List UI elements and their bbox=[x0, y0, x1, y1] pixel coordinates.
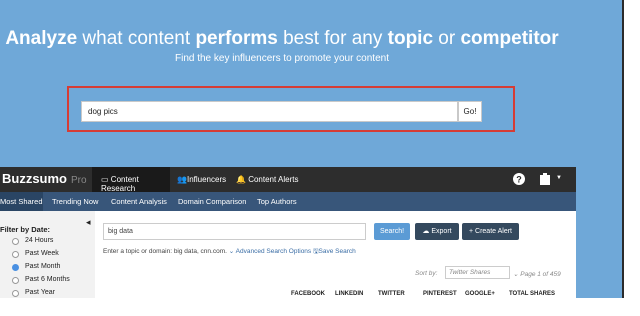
col-facebook[interactable]: FACEBOOK bbox=[291, 291, 325, 297]
radio-24-hours[interactable] bbox=[12, 238, 19, 245]
export-label: Export bbox=[431, 228, 452, 235]
logo-pro-badge: Pro bbox=[71, 175, 87, 186]
save-label: Save Search bbox=[318, 248, 356, 255]
radio-label: Past Year bbox=[25, 289, 55, 296]
col-linkedin[interactable]: LINKEDIN bbox=[335, 291, 363, 297]
sort-label: Sort by: bbox=[415, 270, 438, 277]
hero-search-input[interactable]: dog pics bbox=[81, 101, 458, 122]
cloud-icon: ☁ bbox=[422, 228, 430, 235]
svg-text:?: ? bbox=[516, 175, 522, 185]
user-avatar-icon[interactable] bbox=[538, 172, 552, 186]
pager-text: ⌄ Page 1 of 459 bbox=[513, 270, 561, 278]
bottom-margin bbox=[0, 298, 640, 316]
create-alert-button[interactable]: + Create Alert bbox=[462, 223, 519, 240]
headline-part: performs bbox=[195, 28, 278, 49]
bell-icon: 🔔 bbox=[236, 175, 246, 184]
radio-past-year[interactable] bbox=[12, 290, 19, 297]
advanced-search-link[interactable]: ⌄ Advanced Search Options bbox=[229, 248, 311, 255]
col-google-plus[interactable]: GOOGLE+ bbox=[465, 291, 495, 297]
headline-part: best for any bbox=[277, 28, 388, 49]
go-button[interactable]: Go! bbox=[458, 101, 482, 122]
users-icon: 👥 bbox=[177, 175, 187, 184]
export-button[interactable]: ☁ Export bbox=[415, 223, 459, 240]
advanced-label: Advanced Search Options bbox=[235, 248, 312, 255]
headline-part: or bbox=[433, 28, 461, 49]
chevron-down-icon[interactable]: ▼ bbox=[556, 175, 562, 181]
helper-hint: Enter a topic or domain: big data, cnn.c… bbox=[103, 248, 227, 255]
page-label: Page 1 of 459 bbox=[520, 271, 561, 278]
filter-title: Filter by Date: bbox=[0, 225, 51, 234]
col-pinterest[interactable]: PINTEREST bbox=[423, 291, 457, 297]
headline-part: topic bbox=[387, 28, 434, 49]
top-navbar: Buzzsumo Pro ▭ Content Research 👥Influenc… bbox=[0, 167, 576, 193]
collapse-arrow-icon[interactable]: ◂ bbox=[86, 217, 91, 228]
nav-content-alerts[interactable]: 🔔 Content Alerts bbox=[236, 175, 298, 184]
radio-label: 24 Hours bbox=[25, 237, 54, 244]
help-icon[interactable]: ? bbox=[512, 172, 526, 186]
laptop-icon: ▭ bbox=[101, 175, 109, 184]
tab-most-shared[interactable]: Most Shared bbox=[0, 192, 43, 211]
main-content: big data Search! ☁ Export + Create Alert… bbox=[95, 211, 576, 298]
save-search-link[interactable]: 🖫Save Search bbox=[313, 248, 356, 255]
filter-sidebar: ◂ Filter by Date: 24 Hours Past Week Pas… bbox=[0, 211, 95, 298]
headline-part: Analyze bbox=[5, 28, 78, 49]
sub-navbar: Most Shared Trending Now Content Analysi… bbox=[0, 192, 576, 211]
nav-content-research[interactable]: ▭ Content Research bbox=[92, 167, 170, 193]
helper-text: Enter a topic or domain: big data, cnn.c… bbox=[103, 247, 356, 258]
buzzsumo-app: Buzzsumo Pro ▭ Content Research 👥Influenc… bbox=[0, 167, 576, 298]
col-total-shares[interactable]: TOTAL SHARES bbox=[509, 291, 555, 297]
col-twitter[interactable]: TWITTER bbox=[378, 291, 405, 297]
right-margin bbox=[624, 0, 640, 298]
tab-top-authors[interactable]: Top Authors bbox=[257, 197, 297, 206]
chevron-down-icon: ⌄ bbox=[228, 248, 235, 255]
radio-past-6-months[interactable] bbox=[12, 277, 19, 284]
hero-subheadline: Find the key influencers to promote your… bbox=[174, 53, 389, 64]
radio-past-week[interactable] bbox=[12, 251, 19, 258]
tab-content-analysis[interactable]: Content Analysis bbox=[111, 197, 167, 206]
headline-part: what content bbox=[77, 28, 196, 49]
radio-label: Past 6 Months bbox=[25, 276, 70, 283]
tab-domain-comparison[interactable]: Domain Comparison bbox=[178, 197, 246, 206]
chevron-down-icon[interactable]: ⌄ bbox=[513, 271, 518, 278]
logo[interactable]: Buzzsumo Pro bbox=[2, 171, 87, 186]
nav-label: Content Alerts bbox=[248, 175, 299, 184]
radio-label: Past Month bbox=[25, 263, 61, 270]
radio-label: Past Week bbox=[25, 250, 59, 257]
tab-trending-now[interactable]: Trending Now bbox=[52, 197, 98, 206]
headline-part: competitor bbox=[460, 28, 559, 49]
logo-text: Buzzsumo bbox=[2, 171, 67, 186]
search-button[interactable]: Search! bbox=[374, 223, 410, 240]
nav-influencers[interactable]: 👥Influencers bbox=[177, 175, 226, 184]
topic-search-input[interactable]: big data bbox=[103, 223, 366, 240]
hero-headline: Analyze what content performs best for a… bbox=[0, 28, 564, 50]
radio-past-month[interactable] bbox=[12, 264, 19, 271]
nav-label: Influencers bbox=[186, 175, 227, 184]
sort-select[interactable]: Twitter Shares bbox=[445, 266, 510, 279]
